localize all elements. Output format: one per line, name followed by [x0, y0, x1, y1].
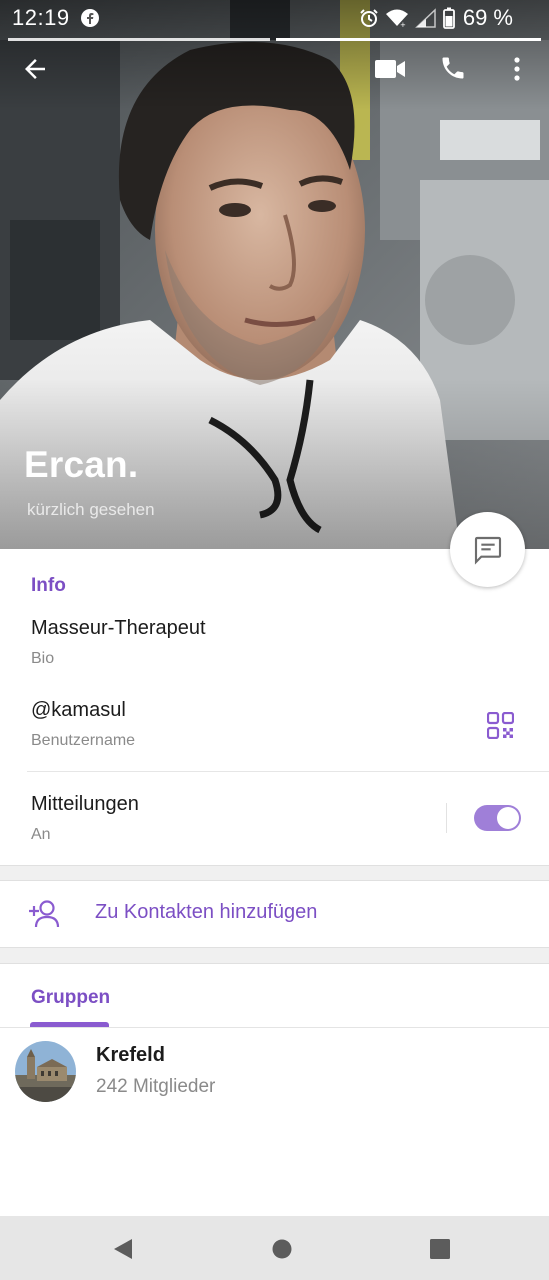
- tab-groups[interactable]: Gruppen: [31, 987, 110, 1009]
- add-person-icon: [29, 900, 60, 928]
- notifications-state: An: [31, 826, 51, 843]
- info-divider: [27, 771, 549, 772]
- notifications-toggle[interactable]: [474, 805, 521, 831]
- call-button[interactable]: [439, 54, 467, 87]
- toggle-knob: [497, 807, 519, 829]
- section-gap: [0, 865, 549, 881]
- message-icon: [474, 536, 501, 565]
- alarm-icon: [360, 9, 378, 27]
- svg-text:+: +: [400, 21, 406, 28]
- nav-recents-button[interactable]: [430, 1239, 450, 1264]
- status-time: 12:19: [12, 5, 70, 30]
- bio-label: Bio: [31, 650, 55, 667]
- nav-recents-icon: [430, 1239, 450, 1259]
- group-avatar: [15, 1041, 76, 1102]
- phone-icon: [442, 57, 464, 79]
- status-progress-left: [8, 38, 270, 41]
- username-label: Benutzername: [31, 732, 136, 749]
- back-button[interactable]: [20, 54, 50, 89]
- status-progress-right: [276, 38, 541, 41]
- nav-home-button[interactable]: [272, 1239, 292, 1264]
- back-arrow-icon: [25, 59, 45, 79]
- video-call-icon: [375, 60, 405, 78]
- group-list-item[interactable]: [0, 1030, 549, 1114]
- info-section-title: Info: [31, 575, 66, 596]
- more-vert-icon: [514, 57, 520, 81]
- battery-icon: [442, 7, 455, 29]
- wifi-icon: +: [385, 9, 408, 28]
- signal-icon: [414, 8, 436, 28]
- username-value: @kamasul: [31, 699, 126, 721]
- tabs-divider: [0, 1027, 549, 1028]
- bio-value: Masseur-Therapeut: [31, 617, 206, 639]
- status-bar: 12:19 + 69 %: [0, 0, 549, 38]
- system-nav-bar: [0, 1216, 549, 1280]
- profile-name: Ercan.: [24, 444, 139, 485]
- group-member-count: 242 Mitglieder: [96, 1076, 216, 1097]
- qr-code-icon: [486, 711, 515, 740]
- send-message-button[interactable]: [450, 512, 525, 587]
- profile-header-photo[interactable]: 12:19 + 69 % Ercan. kürzlich gesehen: [0, 0, 549, 549]
- add-to-contacts-label: Zu Kontakten hinzufügen: [95, 901, 318, 923]
- battery-percent: 69 %: [462, 5, 513, 30]
- qr-code-button[interactable]: [486, 711, 515, 744]
- more-options-button[interactable]: [505, 55, 529, 88]
- nav-home-icon: [272, 1239, 292, 1259]
- facebook-icon: [81, 9, 99, 32]
- video-call-button[interactable]: [374, 55, 406, 88]
- nav-back-button[interactable]: [112, 1238, 134, 1265]
- nav-back-icon: [114, 1239, 132, 1259]
- section-gap: [0, 947, 549, 964]
- profile-last-seen: kürzlich gesehen: [27, 500, 155, 519]
- notifications-title: Mitteilungen: [31, 793, 139, 815]
- toggle-separator: [446, 803, 447, 833]
- group-name: Krefeld: [96, 1044, 165, 1066]
